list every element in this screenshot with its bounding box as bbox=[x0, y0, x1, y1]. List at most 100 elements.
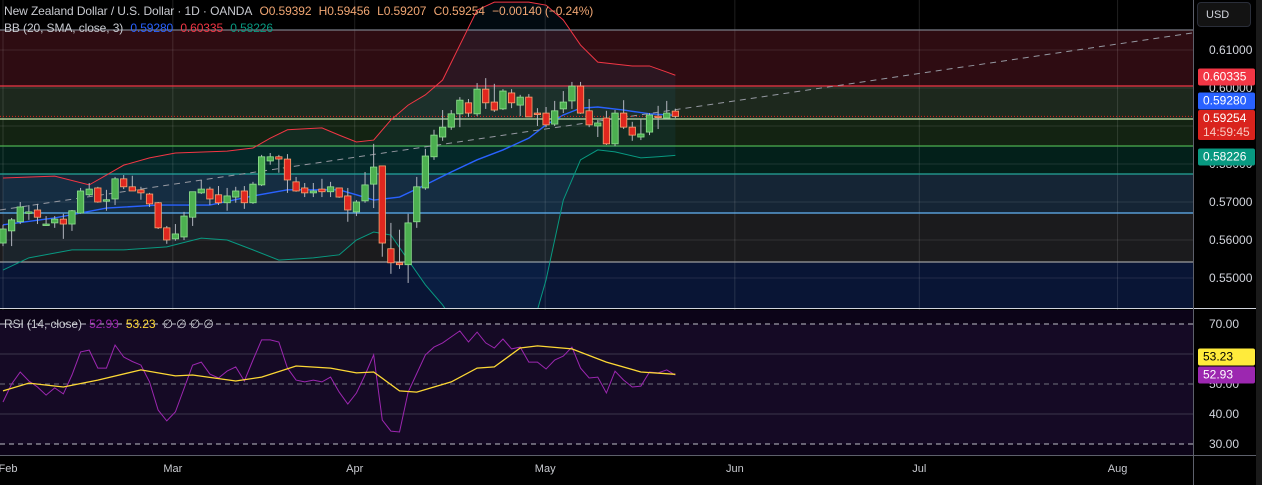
candle bbox=[525, 94, 533, 118]
candle-body bbox=[654, 115, 662, 119]
candle-body bbox=[180, 215, 188, 238]
candle-body bbox=[482, 88, 490, 104]
candle-body bbox=[507, 92, 516, 104]
candle-body bbox=[594, 122, 602, 127]
candle-body bbox=[620, 112, 628, 128]
candle-body bbox=[42, 223, 50, 226]
candle-body bbox=[551, 110, 559, 125]
bb-basis-badge: 0.59280 bbox=[1198, 92, 1255, 110]
candle-body bbox=[542, 112, 550, 126]
candle-body bbox=[439, 126, 447, 138]
candle-body bbox=[309, 190, 317, 194]
rsi-value: 52.93 bbox=[89, 317, 119, 331]
bb-label[interactable]: BB (20, SMA, close, 3) bbox=[4, 21, 123, 35]
candle-body bbox=[344, 195, 352, 211]
bb-legend[interactable]: BB (20, SMA, close, 3) 0.59280 0.60335 0… bbox=[4, 21, 277, 35]
candle-body bbox=[102, 199, 111, 202]
candle-body bbox=[370, 166, 378, 185]
candle bbox=[257, 154, 266, 187]
high-value: H0.59456 bbox=[318, 4, 370, 18]
candle-body bbox=[94, 187, 102, 203]
price-tick: 0.61000 bbox=[1209, 43, 1253, 57]
candle-body bbox=[352, 201, 361, 213]
candle-body bbox=[111, 178, 119, 200]
candle-body bbox=[197, 188, 205, 194]
bar-countdown: 14:59:45 bbox=[1203, 125, 1250, 139]
time-axis-label: Jul bbox=[912, 463, 927, 475]
candle-body bbox=[602, 117, 611, 145]
candle-body bbox=[464, 102, 473, 114]
rsi-tick: 30.00 bbox=[1209, 437, 1240, 451]
candle-body bbox=[499, 90, 507, 110]
candle-body bbox=[525, 96, 533, 118]
candle-body bbox=[413, 186, 421, 223]
candle-body bbox=[25, 211, 33, 214]
candle-body bbox=[637, 133, 645, 138]
candle-body bbox=[145, 193, 154, 205]
candle-body bbox=[490, 101, 498, 111]
symbol-title[interactable]: New Zealand Dollar / U.S. Dollar · 1D · … bbox=[4, 4, 252, 18]
rsi-ma-badge: 53.23 bbox=[1198, 348, 1255, 366]
candle-body bbox=[421, 155, 429, 189]
candle-body bbox=[59, 218, 67, 225]
price-tick: 0.56000 bbox=[1209, 233, 1253, 247]
candle-body bbox=[335, 187, 343, 198]
candle-body bbox=[361, 184, 369, 202]
scrollbar[interactable] bbox=[1256, 0, 1262, 485]
rsi-label[interactable]: RSI (14, close) bbox=[4, 317, 82, 331]
candle-body bbox=[516, 96, 524, 106]
candle-body bbox=[301, 187, 309, 194]
time-axis-label: Jun bbox=[725, 463, 744, 475]
time-axis-label: Apr bbox=[346, 463, 364, 475]
candle bbox=[94, 186, 102, 203]
candle-body bbox=[663, 112, 671, 119]
open-value: O0.59392 bbox=[259, 4, 312, 18]
candle-body bbox=[318, 188, 326, 193]
candle bbox=[611, 110, 619, 147]
time-axis-label: May bbox=[534, 463, 556, 475]
candle-body bbox=[68, 210, 76, 225]
rsi-legend[interactable]: RSI (14, close) 52.93 53.23 ∅ ∅ ∅ ∅ bbox=[4, 317, 218, 331]
price-tick: 0.55000 bbox=[1209, 271, 1253, 285]
candle-body bbox=[266, 156, 274, 162]
candle-body bbox=[16, 206, 24, 223]
time-axis-label: Mar bbox=[163, 463, 183, 475]
candle-body bbox=[473, 88, 481, 115]
candle-body bbox=[326, 186, 335, 193]
candle-body bbox=[33, 209, 42, 218]
candle bbox=[249, 181, 257, 204]
candle-body bbox=[559, 101, 567, 110]
candle bbox=[576, 81, 585, 114]
candle-body bbox=[171, 233, 179, 240]
rsi-ma-value: 53.23 bbox=[125, 317, 156, 331]
time-axis-label: Feb bbox=[0, 463, 18, 475]
candle-body bbox=[85, 188, 93, 196]
candle-body bbox=[447, 113, 455, 128]
candle-body bbox=[0, 228, 7, 244]
candle-body bbox=[430, 134, 438, 158]
bb-basis-value: 0.59280 bbox=[130, 21, 174, 35]
candle-body bbox=[645, 114, 654, 133]
last-price-value: 0.59254 bbox=[1203, 111, 1247, 125]
candle-body bbox=[189, 191, 197, 218]
candle bbox=[180, 211, 188, 240]
bb-upper-value: 0.60335 bbox=[180, 21, 224, 35]
candle bbox=[645, 113, 654, 136]
candle-body bbox=[240, 190, 248, 204]
currency-button[interactable]: USD bbox=[1197, 2, 1251, 27]
candle-body bbox=[249, 183, 257, 204]
price-tick: 0.57000 bbox=[1209, 195, 1253, 209]
close-value: C0.59254 bbox=[433, 4, 485, 18]
candle-body bbox=[292, 181, 300, 192]
low-value: L0.59207 bbox=[377, 4, 427, 18]
chart-canvas[interactable] bbox=[0, 0, 1262, 485]
candle bbox=[154, 202, 162, 229]
candle-body bbox=[232, 190, 240, 198]
candle-body bbox=[206, 188, 214, 200]
candle-body bbox=[576, 85, 585, 114]
bb-upper-badge: 0.60335 bbox=[1198, 68, 1255, 86]
candle-body bbox=[387, 248, 395, 264]
time-axis-label: Aug bbox=[1107, 463, 1128, 475]
candle-body bbox=[395, 262, 404, 266]
candle-body bbox=[163, 227, 171, 241]
